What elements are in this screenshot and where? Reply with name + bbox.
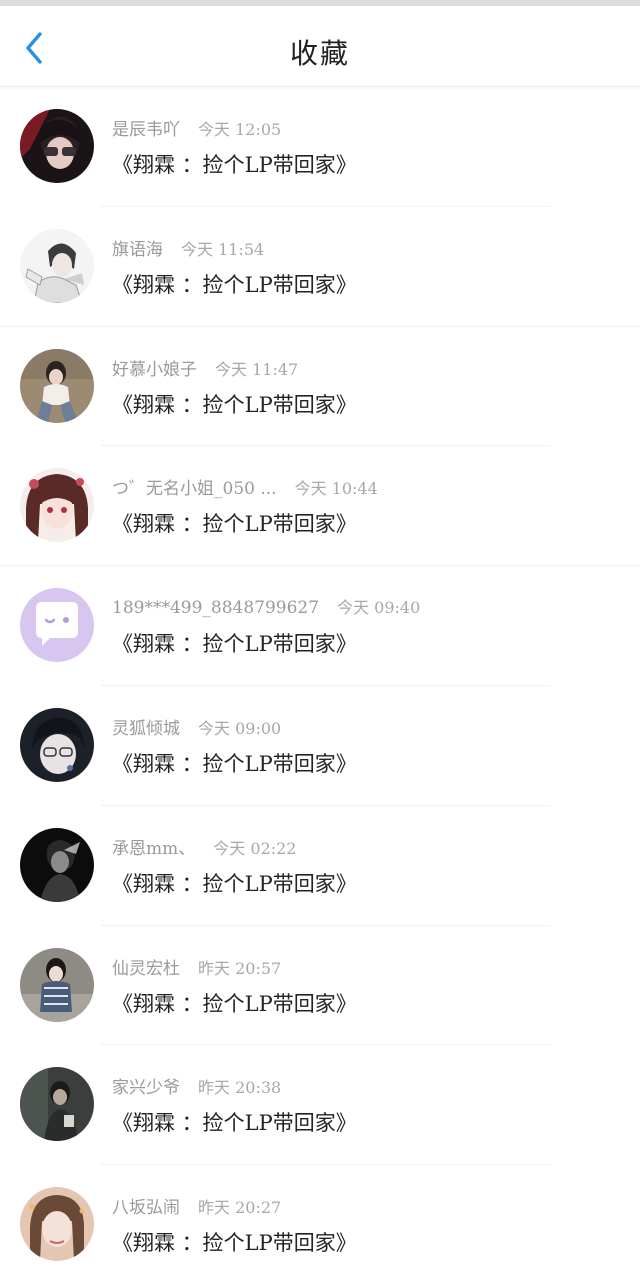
nav-bar: 收藏 [0, 6, 640, 87]
timestamp: 今天 11:47 [215, 359, 299, 379]
list-item[interactable]: 是辰韦吖 今天 12:05 《翔霖 ：捡个LP带回家》 [0, 87, 640, 207]
avatar[interactable] [20, 588, 94, 663]
favorite-title[interactable]: 《翔霖 ：捡个LP带回家》 [112, 508, 357, 538]
favorite-title[interactable]: 《翔霖 ：捡个LP带回家》 [112, 149, 357, 179]
list-item[interactable]: 仙灵宏杜 昨天 20:57 《翔霖 ：捡个LP带回家》 [0, 926, 640, 1046]
page-title: 收藏 [289, 37, 350, 70]
favorite-title[interactable]: 《翔霖 ：捡个LP带回家》 [112, 389, 357, 419]
timestamp: 今天 09:40 [337, 598, 421, 618]
list-item[interactable]: 旗语海 今天 11:54 《翔霖 ：捡个LP带回家》 [0, 207, 640, 327]
favorite-title[interactable]: 《翔霖 ：捡个LP带回家》 [112, 988, 357, 1018]
list-item[interactable]: 家兴少爷 昨天 20:38 《翔霖 ：捡个LP带回家》 [0, 1045, 640, 1166]
favorites-list: 是辰韦吖 今天 12:05 《翔霖 ：捡个LP带回家》 旗语海 今天 11:54 《… [0, 87, 640, 1285]
list-item[interactable]: 好慕小娘子 今天 11:47 《翔霖 ：捡个LP带回家》 [0, 327, 640, 447]
favorite-title[interactable]: 《翔霖 ：捡个LP带回家》 [112, 748, 357, 778]
list-item[interactable]: 189***499_8848799627 今天 09:40 《翔霖 ：捡个LP带回… [0, 566, 640, 686]
user-name: 189***499_8848799627 [112, 598, 320, 619]
timestamp: 昨天 20:57 [198, 958, 282, 978]
avatar[interactable] [20, 109, 94, 183]
list-item[interactable]: 八坂弘闹 昨天 20:27 《翔霖 ：捡个LP带回家》 [0, 1165, 640, 1285]
avatar[interactable] [20, 468, 94, 543]
user-name: 承恩mm、 [112, 838, 196, 859]
timestamp: 昨天 20:27 [198, 1198, 282, 1218]
favorite-title[interactable]: 《翔霖 ：捡个LP带回家》 [112, 868, 357, 898]
timestamp: 今天 09:00 [198, 718, 282, 738]
list-item[interactable]: つ゛无名小姐_050 ... 今天 10:44 《翔霖 ：捡个LP带回家》 [0, 446, 640, 567]
user-name: 家兴少爷 [112, 1078, 180, 1099]
avatar[interactable] [20, 228, 94, 303]
list-item[interactable]: 承恩mm、 今天 02:22 《翔霖 ：捡个LP带回家》 [0, 806, 640, 926]
user-name: 八坂弘闹 [112, 1198, 180, 1219]
avatar[interactable] [20, 707, 94, 782]
user-name: 旗语海 [112, 239, 163, 260]
user-name: 好慕小娘子 [112, 359, 197, 380]
timestamp: 昨天 20:38 [198, 1078, 282, 1098]
favorite-title[interactable]: 《翔霖 ：捡个LP带回家》 [112, 1107, 357, 1137]
timestamp: 今天 11:54 [181, 239, 265, 259]
avatar[interactable] [20, 947, 94, 1022]
avatar[interactable] [20, 1187, 94, 1262]
user-name: つ゛无名小姐_050 ... [112, 479, 277, 500]
user-name: 灵狐倾城 [112, 718, 180, 739]
favorite-title[interactable]: 《翔霖 ：捡个LP带回家》 [112, 269, 357, 299]
avatar[interactable] [20, 348, 94, 423]
favorite-title[interactable]: 《翔霖 ：捡个LP带回家》 [112, 1227, 357, 1257]
list-item[interactable]: 灵狐倾城 今天 09:00 《翔霖 ：捡个LP带回家》 [0, 686, 640, 806]
timestamp: 今天 10:44 [294, 479, 378, 499]
timestamp: 今天 12:05 [198, 120, 282, 139]
user-name: 是辰韦吖 [112, 120, 180, 140]
avatar[interactable] [20, 827, 94, 902]
favorite-title[interactable]: 《翔霖 ：捡个LP带回家》 [112, 628, 357, 658]
user-name: 仙灵宏杜 [112, 958, 180, 979]
timestamp: 今天 02:22 [213, 838, 297, 858]
avatar[interactable] [20, 1067, 94, 1142]
